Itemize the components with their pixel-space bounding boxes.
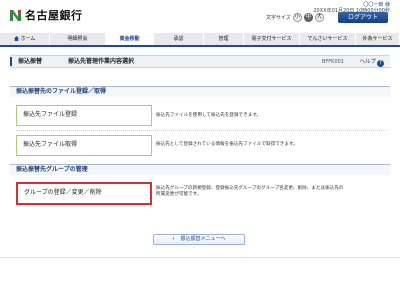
group-section-heading: 振込振替先グループの管理 (10, 164, 390, 175)
bank-name: 名古屋銀行 (25, 9, 83, 22)
file-register-button[interactable]: 振込先ファイル登録 (16, 105, 152, 126)
home-icon (13, 34, 19, 41)
nav-e-delivery[interactable]: 電子交付サービス (244, 33, 300, 45)
help-link[interactable]: ヘルプ? (359, 56, 384, 68)
logout-button[interactable]: ログアウト (338, 12, 388, 23)
group-manage-desc-line2: 所属変更が可能です。 (156, 192, 202, 197)
nav-home-label: ホーム (20, 36, 36, 42)
divider (16, 130, 386, 131)
question-icon: ? (377, 60, 384, 67)
file-download-button[interactable]: 振込先ファイル取得 (16, 135, 152, 156)
file-section-heading: 振込振替先のファイル登録／取得 (10, 86, 390, 97)
bank-logo[interactable]: 名古屋銀行 (9, 7, 83, 23)
nav-forex[interactable]: 外為サービス (356, 33, 400, 45)
font-medium-button[interactable]: 中 (303, 13, 313, 22)
page-title: 振込先管理作業内容選択 (68, 58, 135, 65)
nav-underline (0, 45, 400, 47)
nav-transfer[interactable]: 資金移動 (106, 33, 154, 45)
page-root: 名古屋銀行 〇〇一郎 様 20XX年01月20日 10時00分00秒 文字サイズ… (0, 0, 400, 284)
file-register-desc: 振込先ファイルを使用して振込先を登録できます。 (156, 113, 262, 118)
page-title-bar: 振込振替 振込先管理作業内容選択 BFFK001 ヘルプ? (10, 55, 390, 68)
chevron-left-icon: ‹ (172, 236, 175, 242)
header: 名古屋銀行 〇〇一郎 様 20XX年01月20日 10時00分00秒 文字サイズ… (0, 0, 400, 30)
group-manage-button[interactable]: グループの登録／変更／削除 (16, 182, 152, 205)
footer-divider (0, 257, 400, 258)
font-small-button[interactable]: 小 (292, 13, 302, 22)
file-section: 振込振替先のファイル登録／取得 振込先ファイル登録 振込先ファイルを使用して振込… (10, 86, 390, 160)
back-to-transfer-menu-button[interactable]: ‹ 振込振替メニューへ (153, 234, 245, 245)
group-section: 振込振替先グループの管理 グループの登録／変更／削除 振込先グループの新規登録、… (10, 164, 390, 224)
font-size-control: 文字サイズ 小 中 大 (266, 13, 324, 22)
nav-home[interactable]: ホーム (0, 33, 50, 45)
page-category: 振込振替 (18, 58, 43, 65)
nav-approval[interactable]: 承認 (154, 33, 204, 45)
group-manage-desc: 振込先グループの新規登録、登録振込先グループのグループ名変更、削除、または振込先… (156, 186, 386, 198)
nav-densai[interactable]: でんさいサービス (300, 33, 356, 45)
bank-logo-icon (9, 9, 22, 22)
help-label: ヘルプ (359, 59, 376, 65)
back-button-label: 振込振替メニューへ (180, 236, 226, 242)
nav-statements[interactable]: 明細照会 (50, 33, 106, 45)
title-marker (10, 57, 12, 66)
font-large-button[interactable]: 大 (314, 13, 324, 22)
font-size-label: 文字サイズ (266, 15, 291, 21)
global-nav: ホーム 明細照会 資金移動 承認 管理 電子交付サービス でんさいサービス 外為… (0, 33, 400, 45)
screen-code: BFFK001 (321, 59, 344, 65)
file-download-desc: 振込先として登録されている情報を振込先ファイルで取得できます。 (156, 142, 298, 147)
nav-admin[interactable]: 管理 (204, 33, 244, 45)
